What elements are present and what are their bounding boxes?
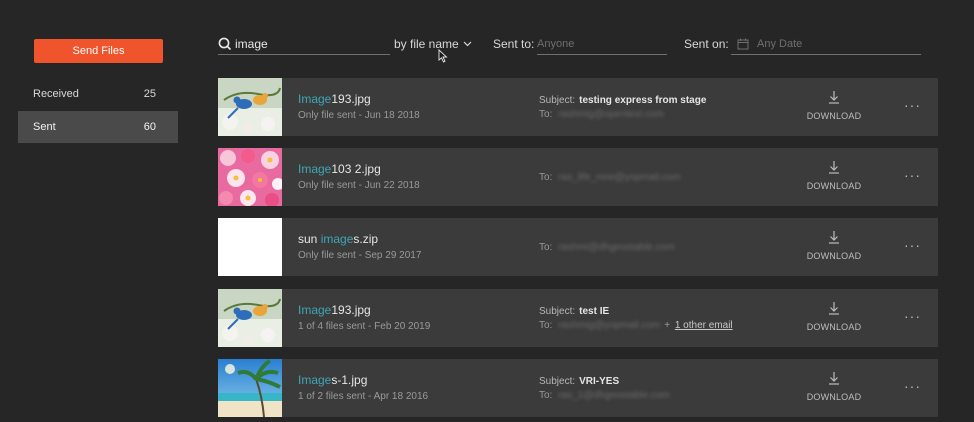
search-icon (218, 37, 232, 51)
download-button[interactable]: DOWNLOAD (805, 371, 863, 405)
chevron-down-icon (463, 41, 472, 47)
subject: Subject: test IE (539, 306, 610, 317)
file-row[interactable]: Image193.jpg Only file sent - Jun 18 201… (218, 78, 938, 136)
subject: Subject: VRI-YES (539, 376, 620, 387)
sidebar-item-count: 60 (143, 121, 156, 133)
mouse-cursor-icon (438, 49, 448, 63)
subject: Subject: testing express from stage (539, 95, 707, 106)
sent-to-label: Sent to: (493, 37, 535, 51)
download-icon (829, 161, 839, 174)
download-button[interactable]: DOWNLOAD (805, 160, 863, 194)
search-filter-label: by file name (394, 37, 459, 51)
recipient: To: rashmi@dhgeostable.com (539, 242, 675, 253)
download-button[interactable]: DOWNLOAD (805, 301, 863, 335)
file-meta: Only file sent - Jun 22 2018 (298, 180, 420, 191)
search-filter-dropdown[interactable]: by file name (394, 37, 472, 51)
download-icon (829, 91, 839, 104)
file-name[interactable]: Images-1.jpg (298, 373, 367, 387)
send-files-button[interactable]: Send Files (34, 39, 163, 63)
file-thumbnail-beach (218, 359, 282, 417)
recipient-email: ras_life_new@yopmail.com (558, 172, 681, 183)
file-thumbnail-bird (218, 289, 282, 347)
more-options-icon[interactable]: ··· (904, 378, 921, 394)
file-row[interactable]: Image103 2.jpg Only file sent - Jun 22 2… (218, 148, 938, 206)
more-options-icon[interactable]: ··· (904, 167, 921, 183)
search-bar: by file name Sent to: Sent on: (218, 34, 922, 63)
download-button[interactable]: DOWNLOAD (805, 230, 863, 264)
recipient: To: rashmig@opentext.com (539, 109, 665, 120)
sent-on-input[interactable] (757, 38, 921, 50)
more-options-icon[interactable]: ··· (904, 237, 921, 253)
file-name[interactable]: Image103 2.jpg (298, 162, 381, 176)
sidebar-item-count: 25 (143, 88, 156, 100)
calendar-icon (737, 38, 749, 50)
file-thumbnail-zip (218, 218, 282, 276)
recipient-email: rashmig@yopmail.com (558, 320, 661, 331)
sent-to-input[interactable] (537, 38, 667, 50)
search-box[interactable] (218, 34, 390, 55)
file-meta: Only file sent - Jun 18 2018 (298, 110, 420, 121)
sent-on-label: Sent on: (684, 37, 729, 51)
more-options-icon[interactable]: ··· (904, 97, 921, 113)
file-thumbnail-flowers (218, 148, 282, 206)
sidebar-item-label: Received (33, 88, 79, 100)
sidebar-item-label: Sent (33, 121, 56, 133)
file-name[interactable]: Image193.jpg (298, 303, 371, 317)
recipient-email: ras_1@dhgeostable.com (558, 390, 670, 401)
file-thumbnail-bird (218, 78, 282, 136)
file-meta: 1 of 2 files sent - Apr 18 2016 (298, 391, 429, 402)
file-meta: 1 of 4 files sent - Feb 20 2019 (298, 321, 431, 332)
sent-to-field[interactable] (537, 34, 667, 55)
more-options-icon[interactable]: ··· (904, 308, 921, 324)
download-icon (829, 302, 839, 315)
file-row[interactable]: Images-1.jpg 1 of 2 files sent - Apr 18 … (218, 359, 938, 417)
file-name[interactable]: sun images.zip (298, 232, 378, 246)
recipient: To: ras_1@dhgeostable.com (539, 390, 670, 401)
file-name[interactable]: Image193.jpg (298, 92, 371, 106)
download-button[interactable]: DOWNLOAD (805, 90, 863, 124)
search-input[interactable] (235, 37, 375, 51)
file-meta: Only file sent - Sep 29 2017 (298, 250, 422, 261)
recipient-email: rashmi@dhgeostable.com (558, 242, 675, 253)
download-icon (829, 372, 839, 385)
file-row[interactable]: sun images.zip Only file sent - Sep 29 2… (218, 218, 938, 276)
app-window: Send Files Received 25 Sent 60 by file n… (0, 0, 974, 422)
sidebar-item-sent[interactable]: Sent 60 (18, 111, 178, 143)
recipient: To: rashmig@yopmail.com + 1 other email (539, 320, 733, 331)
recipient-email: rashmig@opentext.com (558, 109, 665, 120)
sidebar-item-received[interactable]: Received 25 (18, 78, 178, 110)
sent-on-field[interactable] (731, 34, 921, 55)
recipient: To: ras_life_new@yopmail.com (539, 172, 681, 183)
file-row[interactable]: Image193.jpg 1 of 4 files sent - Feb 20 … (218, 289, 938, 347)
other-email-link[interactable]: 1 other email (675, 320, 733, 331)
download-icon (829, 231, 839, 244)
